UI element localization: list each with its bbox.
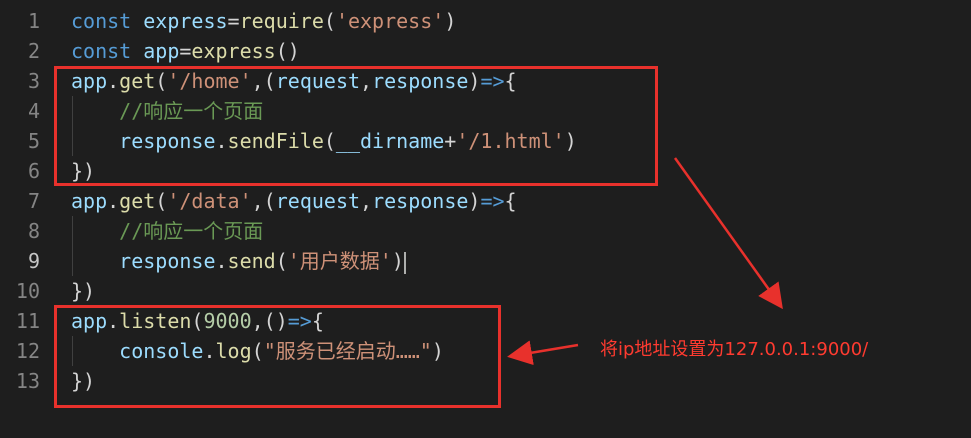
annotation-note: 将ip地址设置为127.0.0.1:9000/: [600, 339, 869, 360]
arrow-to-home-route: [673, 157, 783, 310]
arrow-to-listen: [507, 340, 579, 366]
annotation-arrows: [507, 157, 783, 366]
